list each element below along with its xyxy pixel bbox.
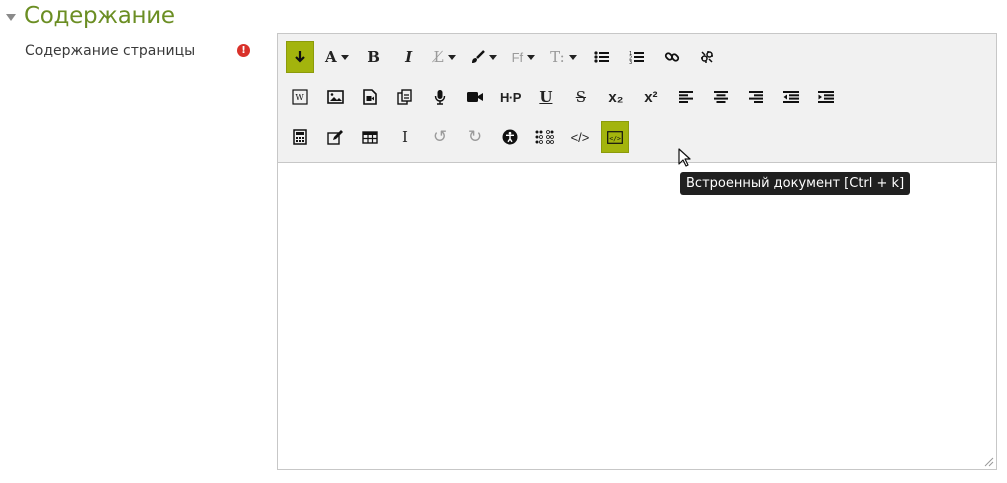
font-size-t-button[interactable]: T: — [546, 41, 581, 73]
outdent-button[interactable] — [777, 81, 805, 113]
underline-button[interactable]: U — [532, 81, 560, 113]
undo-button[interactable]: ↺ — [426, 121, 454, 153]
microphone-icon — [434, 90, 446, 105]
font-family-icon: Ff — [511, 49, 524, 65]
record-audio-button[interactable] — [426, 81, 454, 113]
numbered-list-button[interactable]: 123 — [623, 41, 651, 73]
editor-toolbar: A B I L̸ Ff T: 123 W H·P U S x₂ x² I ↺ ↻… — [278, 34, 996, 163]
align-center-icon — [713, 91, 728, 103]
font-color-icon — [471, 50, 485, 63]
font-color-button[interactable] — [467, 41, 501, 73]
equation-button[interactable] — [286, 121, 314, 153]
record-video-button[interactable] — [461, 81, 489, 113]
outdent-icon — [782, 91, 799, 103]
indent-icon — [817, 91, 834, 103]
section-title: Содержание — [24, 3, 175, 29]
align-right-button[interactable] — [742, 81, 770, 113]
undo-icon: ↺ — [432, 127, 448, 146]
superscript-icon: x² — [644, 88, 658, 106]
unlink-icon — [700, 51, 713, 63]
styles-button[interactable]: L̸ — [430, 41, 460, 73]
word-import-button[interactable]: W — [286, 81, 314, 113]
media-button[interactable] — [356, 81, 384, 113]
subscript-button[interactable]: x₂ — [602, 81, 630, 113]
paste-button[interactable] — [391, 81, 419, 113]
calculator-icon — [293, 129, 307, 145]
mouse-pointer-icon — [678, 148, 691, 167]
edit-icon — [327, 129, 343, 145]
paste-icon — [397, 89, 412, 105]
italic-button[interactable]: I — [395, 41, 423, 73]
font-size-t-icon: T: — [550, 48, 565, 66]
manage-files-button[interactable] — [321, 121, 349, 153]
svg-text:3: 3 — [629, 60, 632, 64]
subscript-icon: x₂ — [608, 88, 624, 106]
accessibility-icon — [502, 129, 518, 145]
collapse-caret-icon[interactable] — [6, 13, 16, 21]
italic-icon: I — [405, 48, 413, 66]
strikethrough-button[interactable]: S — [567, 81, 595, 113]
field-label: Содержание страницы — [25, 43, 196, 59]
required-exclamation-icon: ! — [237, 44, 250, 57]
html-code-icon: </> — [570, 129, 590, 145]
accessibility-checker-button[interactable] — [496, 121, 524, 153]
font-family-button[interactable]: Ff — [508, 41, 540, 73]
strikethrough-icon: S — [575, 88, 587, 106]
numbered-list-icon: 123 — [629, 51, 645, 64]
bold-button[interactable]: B — [360, 41, 388, 73]
align-left-button[interactable] — [672, 81, 700, 113]
toolbar-row-3: I ↺ ↻ </> </> — [286, 120, 636, 154]
svg-text:W: W — [296, 93, 305, 102]
h5p-icon: H·P — [500, 89, 521, 105]
section-header[interactable]: Содержание — [6, 2, 175, 30]
braille-icon — [535, 130, 554, 144]
bold-icon: B — [367, 48, 380, 66]
table-icon — [362, 130, 378, 144]
font-size-icon: A — [325, 48, 337, 66]
underline-icon: U — [539, 88, 553, 106]
rich-text-editor: A B I L̸ Ff T: 123 W H·P U S x₂ x² I ↺ ↻… — [277, 33, 997, 470]
h5p-button[interactable]: H·P — [496, 81, 525, 113]
media-icon — [363, 89, 377, 105]
table-button[interactable] — [356, 121, 384, 153]
text-cursor-icon: I — [402, 128, 408, 146]
embed-document-button[interactable]: </> — [601, 121, 629, 153]
align-right-icon — [748, 91, 763, 103]
bullet-list-button[interactable] — [588, 41, 616, 73]
styles-icon: L̸ — [433, 48, 444, 66]
image-icon — [326, 90, 344, 104]
link-button[interactable] — [658, 41, 686, 73]
superscript-button[interactable]: x² — [637, 81, 665, 113]
tooltip: Встроенный документ [Ctrl + k] — [680, 172, 911, 195]
svg-text:</>: </> — [609, 134, 621, 142]
font-size-button[interactable]: A — [321, 41, 353, 73]
word-import-icon: W — [292, 89, 308, 105]
indent-button[interactable] — [812, 81, 840, 113]
editor-content-area[interactable] — [278, 163, 996, 469]
toolbar-row-1: A B I L̸ Ff T: 123 — [286, 40, 728, 74]
collapse-toggle-button[interactable] — [286, 41, 314, 73]
image-button[interactable] — [321, 81, 349, 113]
align-left-icon — [678, 91, 693, 103]
redo-button[interactable]: ↻ — [461, 121, 489, 153]
redo-icon: ↻ — [467, 127, 483, 146]
unlink-button[interactable] — [693, 41, 721, 73]
html-source-button[interactable]: </> — [566, 121, 594, 153]
bullet-list-icon — [594, 51, 610, 63]
screenreader-helper-button[interactable] — [531, 121, 559, 153]
resize-handle-icon[interactable] — [984, 457, 994, 467]
link-icon — [664, 52, 679, 62]
embed-document-icon: </> — [607, 130, 623, 144]
video-camera-icon — [467, 92, 483, 102]
toolbar-row-2: W H·P U S x₂ x² — [286, 80, 847, 114]
clear-formatting-button[interactable]: I — [391, 121, 419, 153]
align-center-button[interactable] — [707, 81, 735, 113]
collapse-toggle-icon — [295, 51, 305, 63]
